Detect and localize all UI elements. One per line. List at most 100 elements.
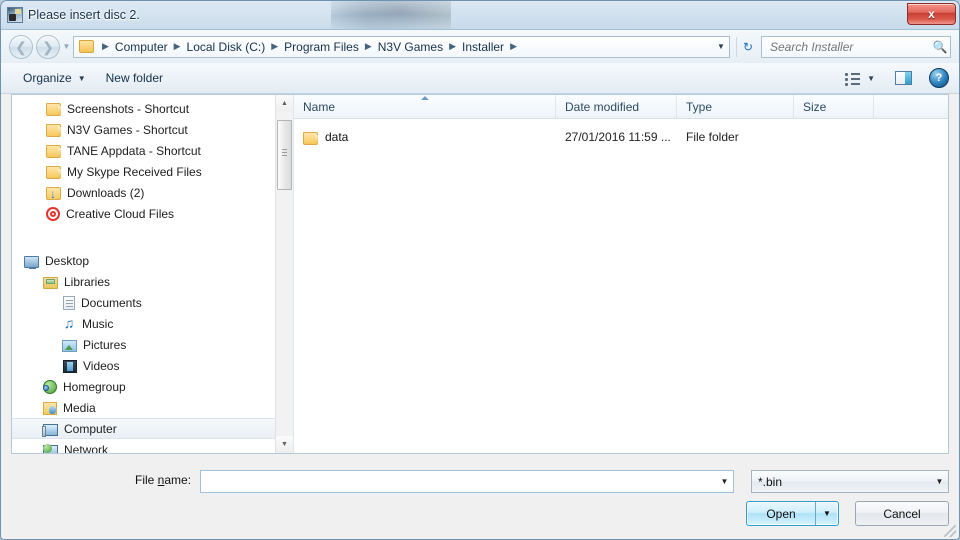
file-name-label: data [325,130,349,144]
preview-pane-icon [894,71,912,85]
open-button[interactable]: Open ▼ [746,501,839,526]
sidebar-item-downloads[interactable]: Downloads (2) [12,182,276,203]
sidebar-item-label: TANE Appdata - Shortcut [67,143,201,158]
scroll-down-button[interactable]: ▼ [276,436,293,453]
sidebar-item-homegroup[interactable]: Homegroup [12,376,276,397]
breadcrumb-separator: ▶ [102,41,109,51]
view-mode-list-icon [845,72,861,86]
file-name-input[interactable] [205,473,716,490]
sidebar-item-label: Downloads (2) [67,185,145,200]
triangle-up-icon: ▲ [281,100,288,107]
sidebar-item-videos[interactable]: Videos [12,355,276,376]
cancel-button[interactable]: Cancel [855,501,949,526]
videos-icon [63,360,77,373]
breadcrumb-separator: ▶ [510,41,517,51]
refresh-icon: ↻ [742,39,754,54]
sidebar-item-label: Desktop [45,253,90,268]
column-header-date-modified[interactable]: Date modified [556,95,677,118]
sidebar-item-computer[interactable]: Computer [12,418,276,439]
table-row[interactable]: data 27/01/2016 11:59 ... File folder [294,126,948,148]
documents-icon [63,296,75,310]
column-header-type[interactable]: Type [677,95,794,118]
search-input[interactable] [768,38,930,55]
sidebar-item-label: Media [63,400,96,415]
navigation-scrollbar[interactable]: ▲ ▼ [275,95,293,453]
chevron-down-icon[interactable]: ▼ [716,471,733,492]
file-name-combobox[interactable]: ▼ [200,470,734,493]
organize-label: Organize [23,71,72,85]
address-dropdown-button[interactable]: ▼ [713,37,729,57]
file-name-label: File name: [135,473,191,487]
sidebar-item-documents[interactable]: Documents [12,292,276,313]
sidebar-item-my-skype-received-files[interactable]: My Skype Received Files [12,161,276,182]
window-title: Please insert disc 2. [28,8,140,22]
refresh-button[interactable]: ↻ [736,36,759,57]
preview-pane-button[interactable] [891,67,915,89]
breadcrumb-item-installer[interactable]: Installer [460,40,506,54]
breadcrumb-item-local-disk[interactable]: Local Disk (C:) [185,40,268,54]
file-type-filter-combobox[interactable]: *.bin ▼ [751,470,949,493]
file-open-dialog: Please insert disc 2. x ❮ ❯ ▼ ▶ Computer… [0,0,960,540]
help-button[interactable]: ? [929,68,949,88]
back-button[interactable]: ❮ [9,34,33,59]
sidebar-item-label: Documents [81,295,142,310]
breadcrumb-separator: ▶ [364,41,372,51]
column-header-label: Date modified [565,99,640,114]
column-header-name[interactable]: Name [294,95,556,118]
breadcrumb-item-program-files[interactable]: Program Files [282,40,361,54]
close-button[interactable]: x [907,3,956,25]
sidebar-item-music[interactable]: ♫ Music [12,313,276,334]
libraries-icon [43,276,58,289]
change-view-button[interactable]: ▼ [841,67,879,89]
sidebar-item-screenshots-shortcut[interactable]: Screenshots - Shortcut [12,98,276,119]
title-bar[interactable]: Please insert disc 2. x [1,1,959,29]
forward-button[interactable]: ❯ [36,34,60,59]
folder-icon [46,145,61,158]
sidebar-item-media[interactable]: Media [12,397,276,418]
file-type-cell: File folder [686,130,739,144]
chevron-down-icon: ▼ [77,73,86,83]
sidebar-item-label: Music [82,316,114,331]
sort-ascending-icon [294,96,555,102]
sidebar-item-label: Homegroup [63,379,126,394]
resize-grip-icon[interactable] [944,525,956,537]
sidebar-item-label: Libraries [64,274,111,289]
breadcrumb-separator: ▶ [271,41,279,51]
chevron-down-icon: ▼ [935,477,944,486]
column-header-label: Type [686,99,713,114]
breadcrumb-item-computer[interactable]: Computer [113,40,170,54]
navigation-tree: Screenshots - Shortcut N3V Games - Short… [12,95,276,453]
file-date-modified-cell: 27/01/2016 11:59 ... [565,130,671,144]
folder-icon [46,124,61,137]
sidebar-item-network[interactable]: Network [12,439,276,453]
address-bar[interactable]: ▶ Computer ▶ Local Disk (C:) ▶ Program F… [73,35,730,58]
sidebar-item-label: N3V Games - Shortcut [67,122,188,137]
toolbar-right-group: ▼ ? [841,67,949,89]
column-header-size[interactable]: Size [794,95,874,118]
application-icon [7,7,23,23]
folder-icon [46,166,61,179]
chevron-down-icon: ▼ [867,73,875,83]
breadcrumb-item-n3v-games[interactable]: N3V Games [376,40,445,54]
sidebar-item-n3v-games-shortcut[interactable]: N3V Games - Shortcut [12,119,276,140]
creative-cloud-icon [46,207,60,221]
downloads-folder-icon [46,187,61,201]
recent-locations-button[interactable]: ▼ [60,42,73,51]
new-folder-button[interactable]: New folder [96,66,173,90]
sidebar-item-creative-cloud-files[interactable]: Creative Cloud Files [12,203,276,224]
scroll-up-button[interactable]: ▲ [276,95,293,112]
search-box[interactable]: 🔍 [761,35,951,58]
back-arrow-icon: ❮ [15,38,27,55]
scrollbar-thumb[interactable] [277,120,292,190]
sidebar-item-tane-appdata-shortcut[interactable]: TANE Appdata - Shortcut [12,140,276,161]
open-dropdown-button[interactable]: ▼ [815,502,838,525]
sidebar-item-label: Creative Cloud Files [66,206,175,221]
sidebar-item-pictures[interactable]: Pictures [12,334,276,355]
search-icon[interactable]: 🔍 [930,40,950,54]
sidebar-item-desktop[interactable]: Desktop [12,250,276,271]
user-folder-icon [43,402,57,415]
file-size-cell [794,126,874,148]
sidebar-item-libraries[interactable]: Libraries [12,271,276,292]
browser-split-pane: Screenshots - Shortcut N3V Games - Short… [11,94,949,454]
organize-button[interactable]: Organize ▼ [13,66,96,90]
